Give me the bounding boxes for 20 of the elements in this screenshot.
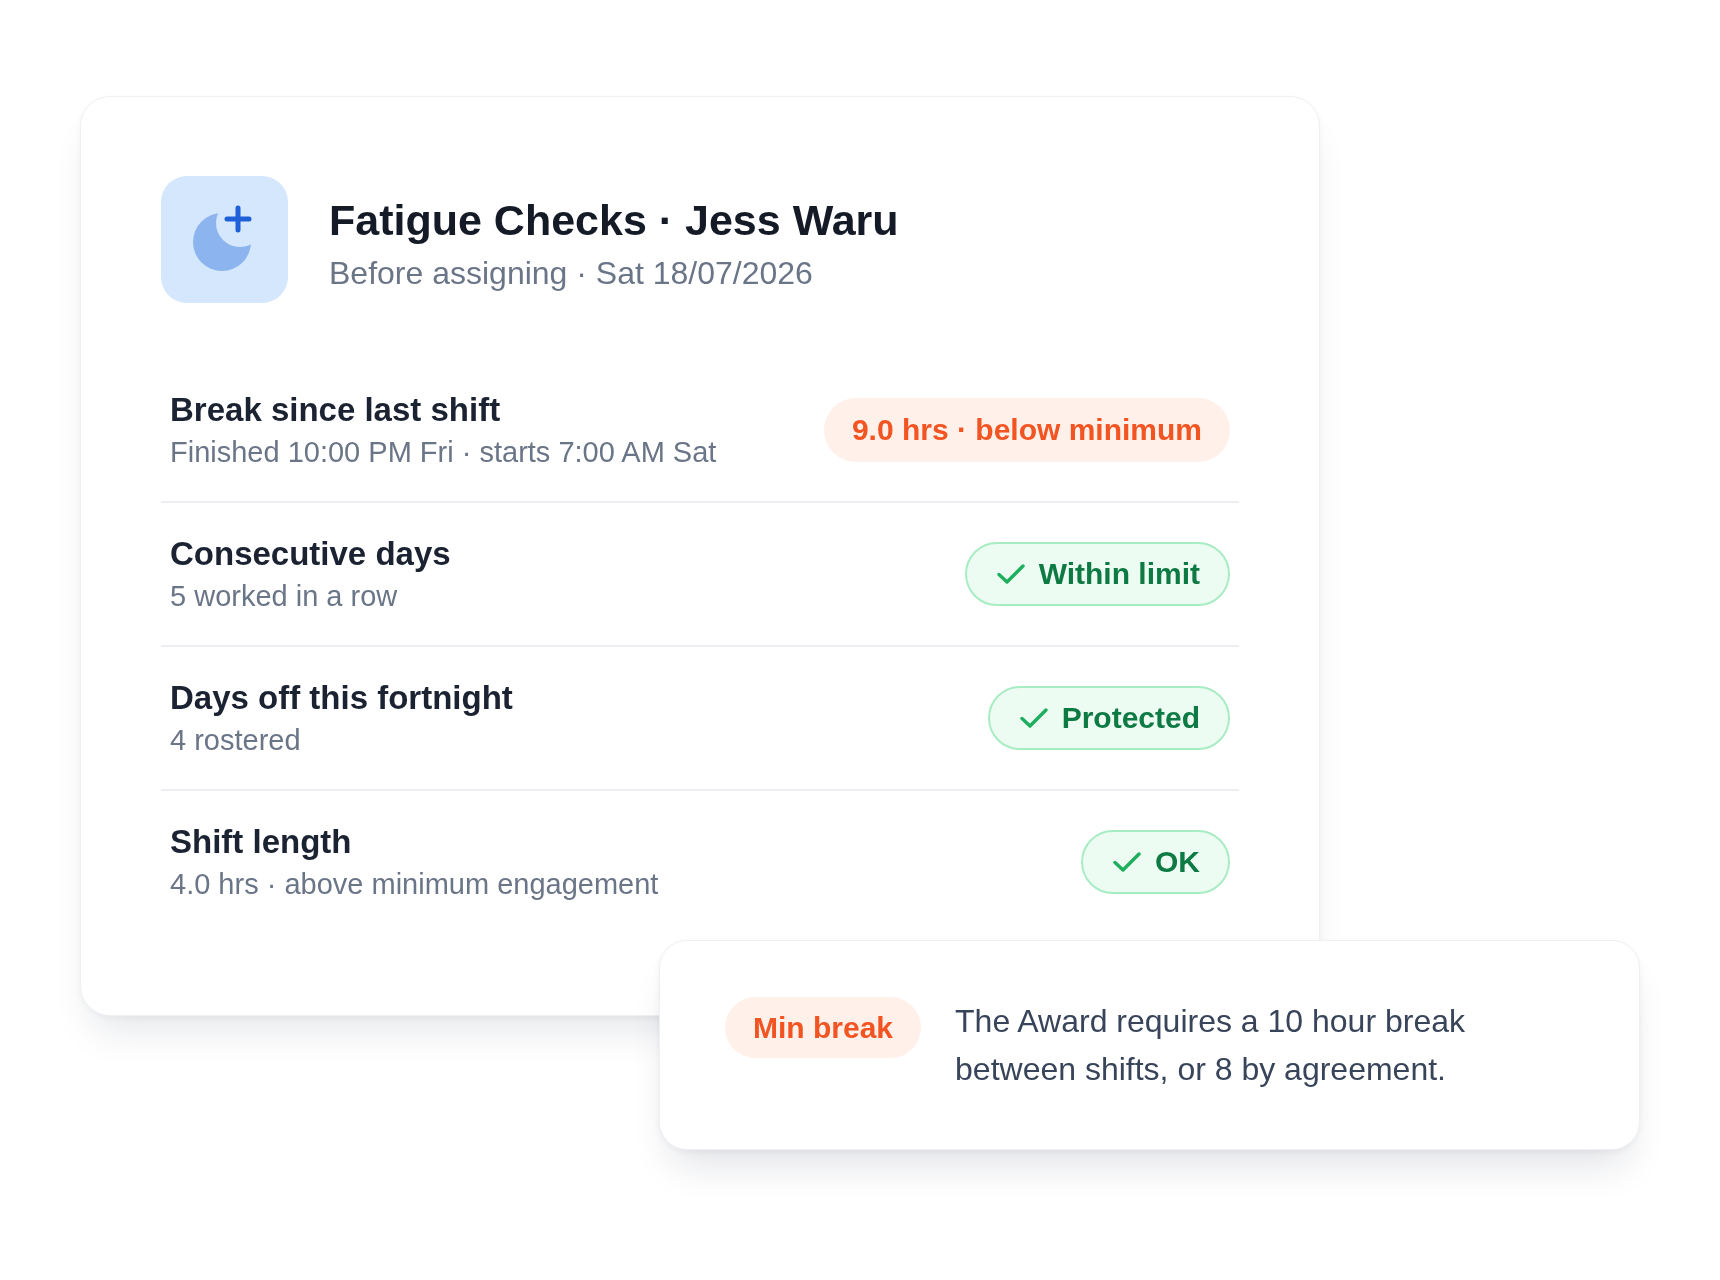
check-detail: 4.0 hrs · above minimum engagement — [170, 867, 659, 902]
note-tag: Min break — [725, 997, 922, 1058]
status-label: Protected — [1061, 701, 1200, 735]
moon-icon — [161, 176, 288, 303]
check-title: Shift length — [170, 822, 353, 862]
check-detail: Finished 10:00 PM Fri · starts 7:00 AM Sat — [170, 435, 717, 470]
note-text: The Award requires a 10 hour break between shifts, or 8 by agreement. — [955, 1002, 1466, 1089]
check-detail: 5 worked in a row — [170, 579, 399, 614]
status-label: 9.0 hrs · below minimum — [851, 413, 1202, 447]
check-title: Days off this fortnight — [170, 678, 513, 718]
check-title: Break since last shift — [170, 390, 502, 430]
status-label: Within limit — [1038, 557, 1200, 591]
check-detail: 4 rostered — [170, 723, 302, 758]
card-subtitle: Before assigning · Sat 18/07/2026 — [329, 253, 814, 293]
check-icon — [1113, 851, 1141, 873]
check-title: Consecutive days — [170, 534, 451, 574]
check-icon — [1019, 707, 1048, 729]
card-title: Fatigue Checks · Jess Waru — [329, 194, 899, 245]
status-label: OK — [1155, 845, 1200, 879]
check-icon — [996, 563, 1025, 585]
